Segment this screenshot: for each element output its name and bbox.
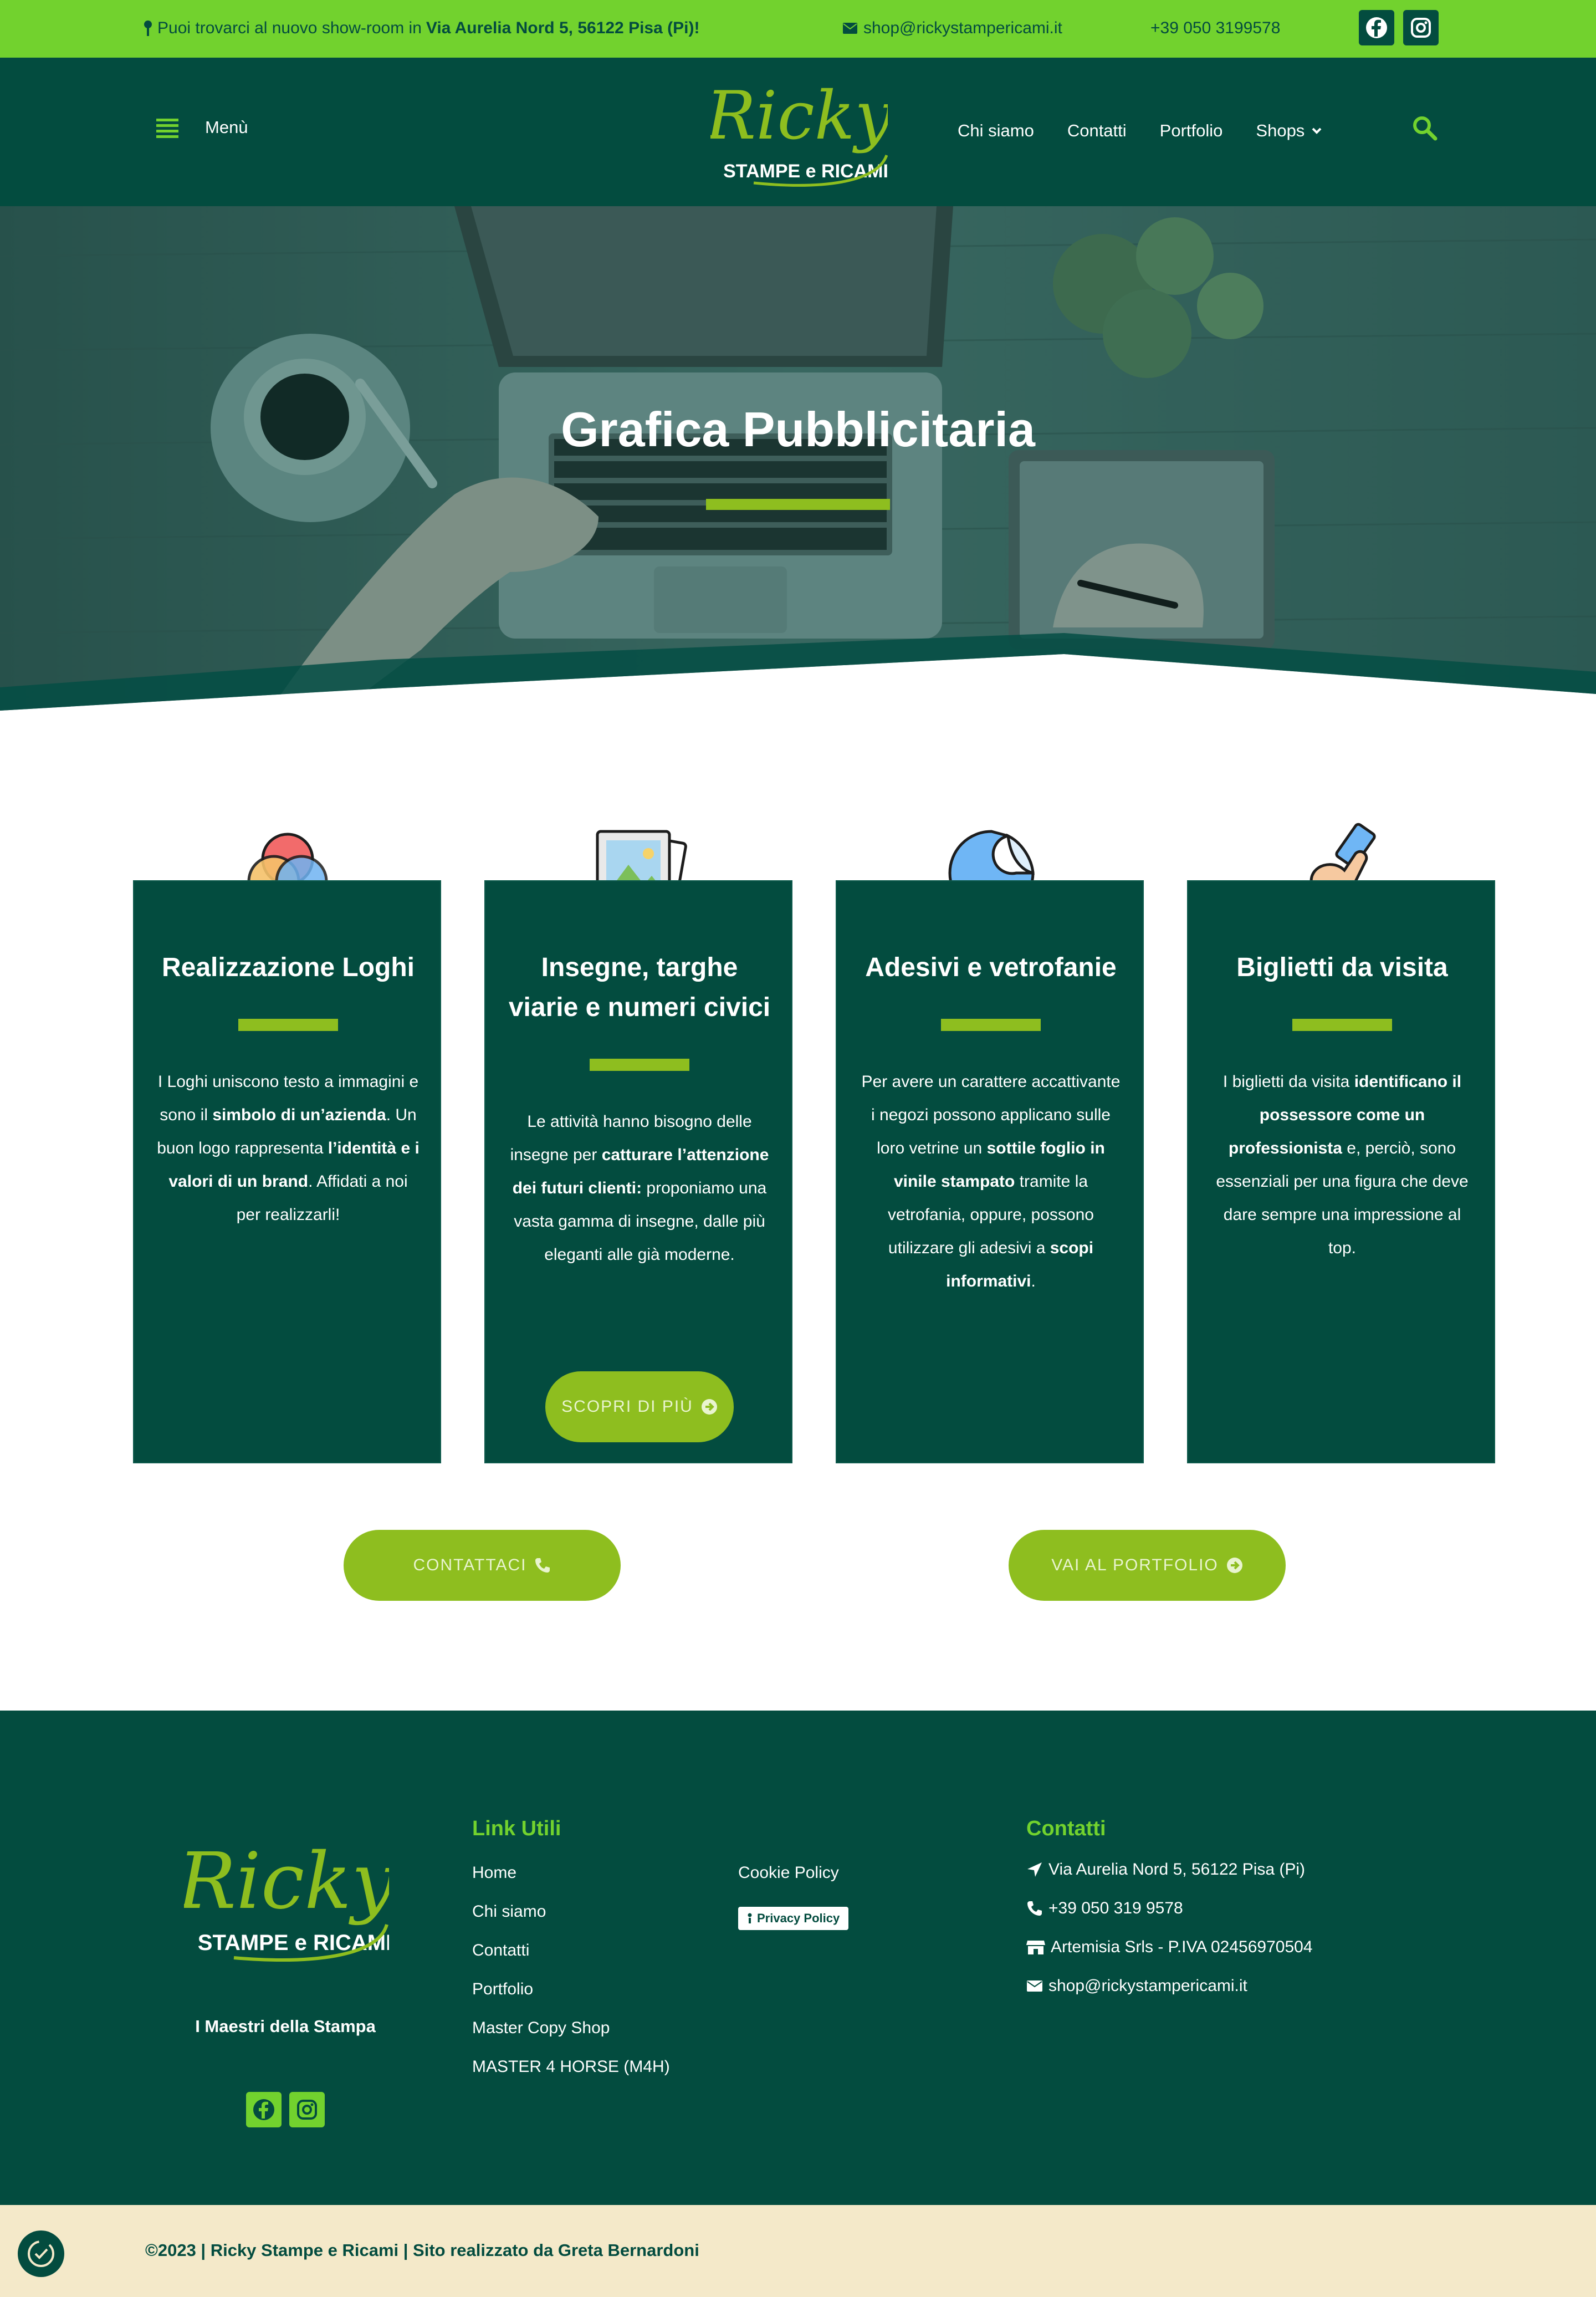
footer-link-chi-siamo[interactable]: Chi siamo <box>472 1902 670 1921</box>
nav-portfolio[interactable]: Portfolio <box>1160 121 1223 141</box>
nav-contatti[interactable]: Contatti <box>1067 121 1127 141</box>
card-divider <box>941 1019 1041 1031</box>
hero-divider <box>706 499 890 510</box>
instagram-icon[interactable] <box>289 2092 325 2127</box>
card-text: I Loghi uniscono testo a immagini e sono… <box>156 1065 420 1232</box>
link-utili-heading: Link Utili <box>472 1817 561 1840</box>
map-pin-icon <box>144 21 152 36</box>
card-divider <box>590 1059 689 1071</box>
card-text-run: I biglietti da visita <box>1222 1073 1354 1091</box>
footer-tagline: I Maestri della Stampa <box>195 2017 376 2036</box>
top-email-text: shop@rickystampericami.it <box>863 19 1062 37</box>
phone-icon <box>535 1558 550 1573</box>
vai-al-portfolio-button[interactable]: VAI AL PORTFOLIO <box>1009 1530 1286 1601</box>
card-text: I biglietti da visita identificano il po… <box>1210 1065 1474 1265</box>
envelope-icon <box>843 23 857 34</box>
footer-links: Home Chi siamo Contatti Portfolio Master… <box>472 1864 670 2076</box>
nav-chi-siamo[interactable]: Chi siamo <box>958 121 1034 141</box>
footer-logo[interactable]: Ricky STAMPE e RICAMI <box>184 1825 389 1969</box>
footer-link-home[interactable]: Home <box>472 1864 670 1882</box>
contact-phone[interactable]: +39 050 319 9578 <box>1026 1899 1313 1918</box>
card-divider <box>1292 1019 1392 1031</box>
footer-contacts: Via Aurelia Nord 5, 56122 Pisa (Pi) +39 … <box>1026 1860 1313 1995</box>
footer-social <box>246 2092 325 2127</box>
contact-address[interactable]: Via Aurelia Nord 5, 56122 Pisa (Pi) <box>1026 1860 1313 1879</box>
address-bold: Via Aurelia Nord 5, 56122 Pisa (Pi)! <box>426 19 700 37</box>
scopri-di-piu-button[interactable]: SCOPRI DI PIÙ <box>545 1371 734 1442</box>
card-adesivi: Adesivi e vetrofanie Per avere un caratt… <box>836 880 1144 1463</box>
logo-script: Ricky <box>710 78 888 155</box>
svg-text:STAMPE e RICAMI: STAMPE e RICAMI <box>198 1931 389 1955</box>
privacy-policy-badge[interactable]: Privacy Policy <box>738 1907 849 1930</box>
footer-link-master-4-horse[interactable]: MASTER 4 HORSE (M4H) <box>472 2058 670 2076</box>
hero-background-photo <box>0 206 1596 716</box>
menu-toggle[interactable]: Menù <box>156 116 248 139</box>
card-text-run: . <box>1031 1272 1036 1290</box>
card-title: Adesivi e vetrofanie <box>865 953 1117 982</box>
instagram-icon[interactable] <box>1403 10 1439 45</box>
footer-cookie-policy[interactable]: Cookie Policy <box>738 1864 839 1882</box>
footer-link-contatti[interactable]: Contatti <box>472 1941 670 1960</box>
top-social <box>1359 10 1439 45</box>
hero-banner: Grafica Pubblicitaria <box>0 206 1596 716</box>
logo-sub: STAMPE e RICAMI <box>723 161 888 182</box>
nav-shops[interactable]: Shops <box>1256 121 1322 141</box>
search-icon[interactable] <box>1412 115 1438 141</box>
top-phone[interactable]: +39 050 3199578 <box>1150 19 1280 38</box>
chevron-down-icon <box>1312 127 1322 134</box>
menu-label: Menù <box>205 118 248 137</box>
cookie-consent-button[interactable] <box>18 2230 64 2277</box>
contact-email[interactable]: shop@rickystampericami.it <box>1026 1977 1313 1995</box>
contact-company: Artemisia Srls - P.IVA 02456970504 <box>1026 1938 1313 1957</box>
site-header: Menù Ricky STAMPE e RICAMI Chi siamo Con… <box>0 58 1596 206</box>
copyright-bar: ©2023 | Ricky Stampe e Ricami | Sito rea… <box>0 2205 1596 2297</box>
iubenda-icon <box>748 1913 752 1923</box>
store-icon <box>1026 1941 1045 1954</box>
envelope-icon <box>1027 1980 1042 1992</box>
card-realizzazione-loghi: Realizzazione Loghi I Loghi uniscono tes… <box>133 880 441 1463</box>
cookie-check-icon <box>28 2240 54 2267</box>
top-bar: Puoi trovarci al nuovo show-room in Via … <box>0 0 1596 58</box>
facebook-icon[interactable] <box>246 2092 282 2127</box>
contatti-heading: Contatti <box>1026 1817 1106 1840</box>
showroom-address: Puoi trovarci al nuovo show-room in Via … <box>143 19 699 38</box>
address-prefix: Puoi trovarci al nuovo show-room in <box>157 19 422 37</box>
card-text-bold: simbolo di un’azienda <box>212 1106 386 1124</box>
phone-icon <box>1027 1901 1042 1916</box>
main-nav: Chi siamo Contatti Portfolio Shops <box>958 121 1322 141</box>
top-email[interactable]: shop@rickystampericami.it <box>842 19 1062 38</box>
card-text: Per avere un carattere accattivante i ne… <box>859 1065 1123 1298</box>
site-logo[interactable]: Ricky STAMPE e RICAMI <box>710 72 888 194</box>
hamburger-icon <box>156 119 178 138</box>
footer-link-master-copy-shop[interactable]: Master Copy Shop <box>472 2019 670 2038</box>
card-title: Biglietti da visita <box>1236 953 1448 982</box>
card-text: Le attività hanno bisogno delle insegne … <box>508 1105 771 1272</box>
card-title: Insegne, targhe viarie e numeri civici <box>508 953 771 1022</box>
arrow-circle-right-icon <box>701 1399 717 1415</box>
facebook-icon[interactable] <box>1359 10 1394 45</box>
copyright-text: ©2023 | Ricky Stampe e Ricami | Sito rea… <box>145 2240 699 2260</box>
card-insegne: Insegne, targhe viarie e numeri civici L… <box>484 880 792 1463</box>
footer-link-portfolio[interactable]: Portfolio <box>472 1980 670 1999</box>
site-footer: Ricky STAMPE e RICAMI I Maestri della St… <box>0 1711 1596 2205</box>
contattaci-button[interactable]: CONTATTACI <box>344 1530 621 1601</box>
card-biglietti: Biglietti da visita I biglietti da visit… <box>1187 880 1495 1463</box>
hero-title: Grafica Pubblicitaria <box>561 402 1035 457</box>
card-divider <box>238 1019 338 1031</box>
arrow-circle-right-icon <box>1226 1558 1242 1573</box>
location-arrow-icon <box>1027 1862 1042 1877</box>
card-title: Realizzazione Loghi <box>161 953 415 982</box>
svg-text:Ricky: Ricky <box>184 1836 389 1927</box>
